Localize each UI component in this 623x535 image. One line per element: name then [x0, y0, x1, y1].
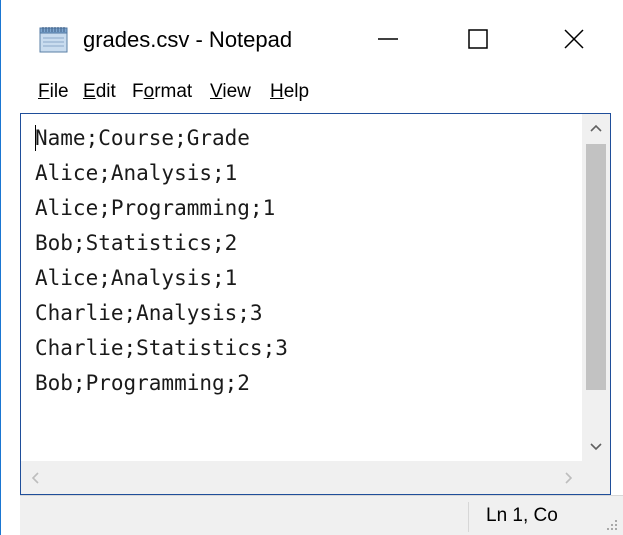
maximize-icon	[468, 29, 488, 49]
scroll-left-button[interactable]	[21, 461, 49, 494]
status-separator	[468, 502, 469, 532]
minimize-icon	[378, 38, 398, 40]
text-editor[interactable]: Name;Course;Grade Alice;Analysis;1 Alice…	[21, 114, 583, 461]
chevron-up-icon	[590, 124, 602, 132]
menu-format-rest: rmat	[154, 81, 193, 102]
vertical-scrollbar[interactable]	[582, 114, 610, 461]
vertical-scroll-thumb[interactable]	[586, 144, 606, 390]
menu-file-rest: ile	[49, 81, 69, 102]
resize-grip-icon[interactable]	[604, 517, 618, 531]
menu-edit[interactable]: Edit	[81, 81, 118, 103]
window-title: grades.csv - Notepad	[83, 27, 293, 52]
menu-bar: File Edit Format View Help	[1, 78, 623, 110]
chevron-left-icon	[31, 471, 39, 484]
text-line: Bob;Programming;2	[35, 371, 250, 395]
menu-edit-rest: dit	[95, 81, 116, 102]
text-line: Bob;Statistics;2	[35, 231, 238, 255]
text-line: Charlie;Statistics;3	[35, 336, 288, 360]
menu-edit-accel: E	[83, 81, 96, 102]
scrollbar-corner	[582, 461, 610, 494]
notepad-window: grades.csv - Notepad File Edit Format Vi…	[0, 0, 623, 535]
maximize-button[interactable]	[433, 0, 523, 78]
menu-view-accel: V	[210, 81, 223, 102]
editor-frame: Name;Course;Grade Alice;Analysis;1 Alice…	[20, 113, 611, 495]
horizontal-scrollbar[interactable]	[21, 461, 583, 494]
menu-file[interactable]: File	[36, 81, 71, 103]
menu-format-accel: o	[143, 81, 155, 102]
text-line: Alice;Analysis;1	[35, 266, 238, 290]
menu-view-rest: iew	[222, 81, 251, 102]
text-line: Alice;Analysis;1	[35, 161, 238, 185]
status-bar: Ln 1, Co	[20, 495, 623, 535]
cursor-position: Ln 1, Co	[486, 505, 558, 526]
scroll-right-button[interactable]	[555, 461, 583, 494]
minimize-button[interactable]	[343, 0, 433, 78]
text-caret	[35, 125, 36, 151]
menu-file-accel: F	[38, 81, 50, 102]
menu-help[interactable]: Help	[268, 81, 311, 103]
text-line: Name;Course;Grade	[35, 126, 250, 150]
text-line: Alice;Programming;1	[35, 196, 276, 220]
title-bar[interactable]: grades.csv - Notepad	[1, 0, 623, 78]
menu-format[interactable]: Format	[130, 81, 194, 103]
chevron-down-icon	[590, 443, 602, 451]
chevron-right-icon	[565, 471, 573, 484]
menu-help-rest: elp	[283, 81, 310, 102]
scroll-up-button[interactable]	[582, 114, 610, 142]
menu-view[interactable]: View	[208, 81, 253, 103]
menu-help-accel: H	[270, 81, 284, 102]
text-line: Charlie;Analysis;3	[35, 301, 263, 325]
notepad-icon	[39, 27, 68, 53]
menu-format-pre: F	[132, 81, 144, 102]
scroll-down-button[interactable]	[582, 433, 610, 461]
close-icon	[563, 29, 584, 49]
close-button[interactable]	[523, 0, 623, 78]
